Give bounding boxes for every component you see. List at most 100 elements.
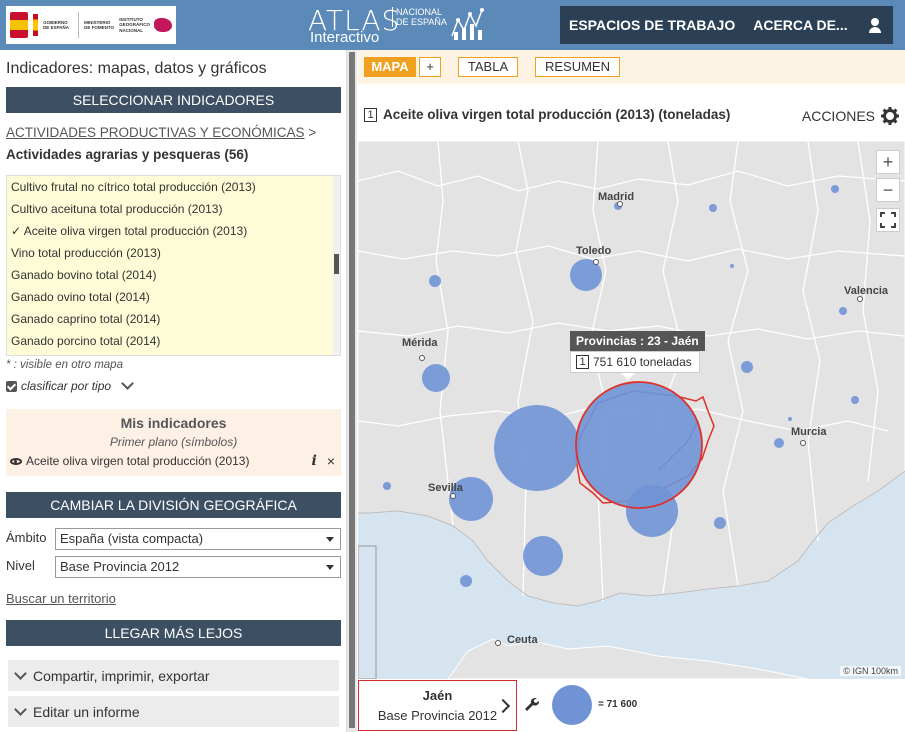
list-item[interactable]: Ganado caprino total (2014)	[7, 308, 340, 330]
tooltip-body: 1 751 610 toneladas	[570, 351, 700, 373]
tooltip-value: 751 610 toneladas	[593, 355, 692, 369]
city-label: Sevilla	[428, 482, 463, 494]
tab-tabla[interactable]: TABLA	[458, 57, 518, 77]
symbol-cadiz[interactable]	[460, 575, 472, 587]
edit-report-button[interactable]: Editar un informe	[8, 696, 339, 727]
list-item[interactable]: Cultivo aceituna total producción (2013)	[7, 198, 340, 220]
nav-espacios-de-trabajo[interactable]: ESPACIOS DE TRABAJO	[560, 17, 744, 33]
tooltip-title: Provincias : 23 - Jaén	[570, 331, 705, 351]
classify-checkbox[interactable]	[6, 380, 17, 392]
list-item[interactable]: Vino total producción (2013)	[7, 242, 340, 264]
chevron-down-icon[interactable]	[121, 377, 134, 390]
close-icon[interactable]: ×	[327, 453, 335, 469]
info-icon[interactable]: i	[311, 453, 316, 469]
fullscreen-button[interactable]	[876, 208, 900, 232]
map-view[interactable]: Madrid Toledo Valencia Mérida Murcia Sev…	[358, 141, 905, 679]
zoom-out-button[interactable]: −	[876, 178, 900, 202]
list-item[interactable]: Ganado porcino total (2014)	[7, 330, 340, 352]
nivel-label: Nivel	[6, 558, 35, 573]
tab-add[interactable]: +	[419, 57, 441, 77]
list-item[interactable]: Ganado ovino total (2014)	[7, 286, 340, 308]
map-tooltip: Provincias : 23 - Jaén 1 751 610 tonelad…	[570, 331, 705, 380]
symbol-badajoz[interactable]	[422, 364, 450, 392]
my-indicator-name: Aceite oliva virgen total producción (20…	[26, 454, 250, 468]
symbol-caceres[interactable]	[429, 275, 441, 287]
city-label: Mérida	[402, 337, 438, 349]
zoom-in-button[interactable]: +	[876, 150, 900, 174]
nav-acerca-de[interactable]: ACERCA DE...	[744, 17, 856, 33]
atlas-logo[interactable]: ATLAS NACIONAL DE ESPAÑA Interactivo	[308, 4, 493, 46]
ign-text: INSTITUTO GEOGRÁFICO NACIONAL	[119, 16, 151, 33]
my-indicator-row: Aceite oliva virgen total producción (20…	[6, 453, 341, 469]
selected-territory-level: Base Provincia 2012	[377, 708, 498, 723]
chevron-down-icon	[14, 702, 27, 716]
visibility-note: * : visible en otro mapa	[6, 359, 123, 371]
list-scrollbar[interactable]	[333, 176, 340, 355]
symbol-valencia[interactable]	[839, 307, 847, 315]
tab-resumen[interactable]: RESUMEN	[535, 57, 620, 77]
indicator-list[interactable]: Cultivo frutal no cítrico total producci…	[6, 175, 341, 356]
category-link[interactable]: ACTIVIDADES PRODUCTIVAS Y ECONÓMICAS	[6, 125, 305, 140]
share-label: Compartir, imprimir, exportar	[33, 667, 210, 684]
atlas-graphic-icon	[451, 8, 484, 40]
user-icon[interactable]	[867, 17, 883, 33]
symbol-huelva[interactable]	[383, 482, 391, 490]
symbol-alicante[interactable]	[851, 396, 859, 404]
indicator-title: 1 Aceite oliva virgen total producción (…	[364, 107, 730, 122]
coat-of-arms-icon	[10, 12, 28, 38]
symbol-cordoba[interactable]	[494, 405, 580, 491]
select-indicators-header[interactable]: SELECCIONAR INDICADORES	[6, 87, 341, 113]
map-footer: Jaén Base Provincia 2012 = 71 600	[358, 679, 905, 732]
top-header: GOBIERNO DE ESPAÑA MINISTERIO DE FOMENTO…	[0, 0, 905, 50]
share-print-export-button[interactable]: Compartir, imprimir, exportar	[8, 660, 339, 691]
list-item[interactable]: Ganado bovino total (2014)	[7, 264, 340, 286]
view-tabs: MAPA + TABLA RESUMEN	[358, 50, 905, 84]
tooltip-arrow	[621, 373, 635, 380]
list-item[interactable]: Cultivo frutal no cítrico total producci…	[7, 176, 340, 198]
panel-scroll-thumb[interactable]	[349, 52, 355, 728]
actions-button[interactable]: ACCIONES	[802, 107, 899, 125]
top-nav: ESPACIOS DE TRABAJO ACERCA DE...	[560, 6, 893, 44]
wrench-icon[interactable]	[523, 696, 541, 714]
symbol-almeria[interactable]	[714, 517, 726, 529]
subcategory-title: Actividades agrarias y pesqueras (56)	[6, 147, 249, 162]
list-scroll-thumb[interactable]	[334, 254, 339, 274]
category-breadcrumb: ACTIVIDADES PRODUCTIVAS Y ECONÓMICAS >	[6, 125, 316, 140]
actions-label: ACCIONES	[801, 108, 875, 124]
edit-label: Editar un informe	[33, 703, 140, 720]
symbol-castellon[interactable]	[831, 185, 839, 193]
gov-text: GOBIERNO DE ESPAÑA	[43, 19, 69, 31]
selected-territory-name: Jaén	[422, 688, 453, 703]
logo-divider	[78, 12, 80, 38]
search-territory-link[interactable]: Buscar un territorio	[6, 591, 116, 606]
government-logo[interactable]: GOBIERNO DE ESPAÑA MINISTERIO DE FOMENTO…	[6, 6, 176, 44]
province-map[interactable]	[358, 141, 905, 679]
selected-territory[interactable]: Jaén Base Provincia 2012	[358, 680, 517, 731]
chevron-down-icon	[14, 666, 27, 680]
eye-icon[interactable]	[10, 457, 22, 465]
atlas-subtitle: Interactivo	[310, 29, 380, 46]
list-item-selected[interactable]: ✓ Aceite oliva virgen total producción (…	[7, 220, 340, 242]
symbol-albacete[interactable]	[741, 361, 753, 373]
fullscreen-icon	[880, 212, 896, 228]
classify-label: clasificar por tipo	[21, 379, 112, 393]
nivel-select[interactable]: Base Provincia 2012	[55, 556, 341, 578]
indicator-title-text: Aceite oliva virgen total producción (20…	[383, 107, 731, 122]
flag-icon	[32, 14, 39, 36]
go-further-header[interactable]: LLEGAR MÁS LEJOS	[6, 620, 341, 646]
symbol-malaga[interactable]	[523, 536, 563, 576]
symbol-cuenca[interactable]	[709, 204, 717, 212]
ambito-label: Ámbito	[6, 530, 47, 545]
symbol-cartagena[interactable]	[788, 417, 792, 421]
symbol-guadalajara[interactable]	[730, 264, 734, 268]
change-division-header[interactable]: CAMBIAR LA DIVISIÓN GEOGRÁFICA	[6, 492, 341, 518]
symbol-murcia[interactable]	[774, 438, 784, 448]
tab-mapa[interactable]: MAPA	[364, 57, 416, 77]
ambito-select[interactable]: España (vista compacta)	[55, 528, 341, 550]
panel-scrollbar[interactable]	[346, 50, 357, 732]
city-label: Valencia	[844, 285, 889, 297]
panel-title: Indicadores: mapas, datos y gráficos	[6, 60, 267, 77]
symbol-granada[interactable]	[626, 485, 678, 537]
indicator-number: 1	[364, 107, 377, 122]
ign-logo-icon	[154, 18, 172, 32]
